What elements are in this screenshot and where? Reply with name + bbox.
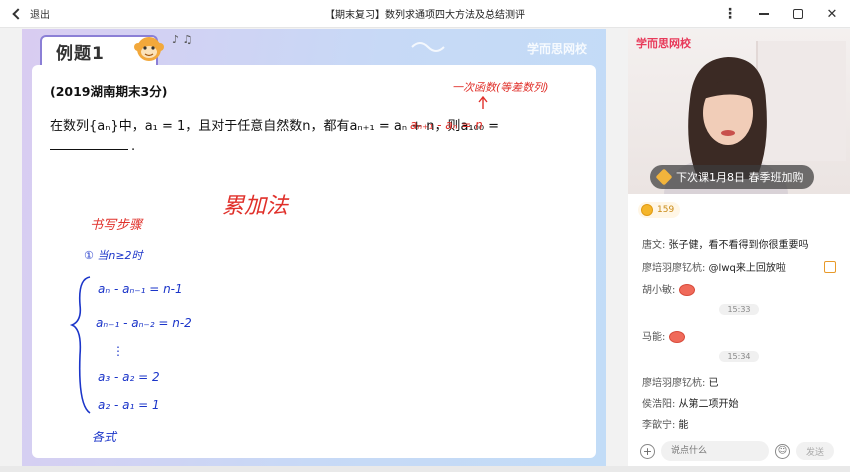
chat-text: 从第二项开始 — [675, 399, 739, 410]
chat-user: 唐文: — [642, 240, 666, 251]
more-menu-button[interactable]: ⋮ — [720, 4, 740, 24]
bottom-strip — [0, 466, 850, 472]
window-controls: ⋮ ✕ — [720, 0, 842, 28]
emoji-sticker-icon — [668, 331, 685, 343]
example-title: 例题1 — [56, 43, 105, 64]
emoji-sticker-icon — [678, 284, 695, 296]
chat-text: 能 — [675, 420, 689, 431]
chat-user: 胡小敏: — [642, 285, 676, 296]
chat-message: 李歆宁: 能 — [642, 416, 689, 431]
ink-line2: aₙ₋₁ - aₙ₋₂ = n-2 — [96, 316, 192, 330]
chat-timestamp: 15:34 — [628, 351, 850, 362]
plus-icon[interactable]: + — [640, 443, 655, 459]
courseware-slide: 例题1 ♪ ♫ 学而思网校 (2019湖南期末3分) 在数列{aₙ}中，a₁ =… — [22, 29, 606, 466]
question-source: (2019湖南期末3分) — [50, 84, 168, 99]
ink-line1: aₙ - aₙ₋₁ = n-1 — [98, 282, 183, 296]
app-window: 退出 【期末复习】数列求通项四大方法及总结测评 ⋮ ✕ 例题1 ♪ ♫ 学而思网… — [0, 0, 850, 472]
coin-balance: 159 — [638, 202, 681, 218]
brand-logo: 学而思网校 — [636, 37, 691, 50]
decorative-swirl — [411, 42, 445, 52]
house-icon[interactable] — [824, 261, 836, 273]
chat-message: 唐文: 张子健，看不看得到你很重要吗 — [642, 236, 809, 251]
pencil-icon — [655, 168, 673, 186]
maximize-button[interactable] — [788, 4, 808, 24]
close-icon: ✕ — [826, 6, 838, 22]
side-panel: 学而思网校 下次课1月8日 春季班加购 159 唐文: 张子健，看不看得到你很重… — [628, 29, 850, 466]
next-class-banner[interactable]: 下次课1月8日 春季班加购 — [650, 165, 814, 189]
chat-user: 廖培羽廖钇杭: — [642, 378, 706, 389]
minimize-icon — [759, 13, 769, 15]
ink-line4: a₂ - a₁ = 1 — [98, 398, 160, 412]
monkey-mascot-icon — [134, 37, 164, 61]
brand-watermark: 学而思网校 — [527, 42, 588, 56]
music-notes: ♪ ♫ — [172, 33, 193, 46]
send-button[interactable]: 发送 — [796, 442, 834, 460]
next-class-text: 下次课1月8日 春季班加购 — [676, 171, 804, 184]
chat-message: 侯浩阳: 从第二项开始 — [642, 395, 739, 410]
chat-message: 胡小敏: — [642, 281, 695, 296]
answer-period: . — [131, 139, 136, 154]
ink-brace — [69, 276, 91, 414]
chat-text: @lwq来上回放啦 — [705, 263, 786, 274]
chat-user: 侯浩阳: — [642, 399, 676, 410]
emoji-icon[interactable]: ☺ — [775, 443, 790, 459]
chat-message: 马能: — [642, 328, 685, 343]
chat-input[interactable] — [661, 441, 769, 461]
ink-arrowhead — [478, 95, 488, 103]
chat-message: 廖培羽廖钇杭: @lwq来上回放啦 — [642, 259, 786, 274]
ink-dots: ⋮ — [112, 344, 124, 358]
ink-step1: ① 当n≥2时 — [84, 249, 145, 262]
maximize-icon — [793, 9, 803, 19]
chat-user: 李歆宁: — [642, 420, 676, 431]
chat-input-row: + ☺ 发送 — [640, 440, 844, 462]
title-bar: 退出 【期末复习】数列求通项四大方法及总结测评 ⋮ ✕ — [0, 0, 850, 28]
chat-user: 廖培羽廖钇杭: — [642, 263, 706, 274]
chat-text: 张子健，看不看得到你很重要吗 — [665, 240, 809, 251]
answer-blank — [50, 149, 128, 150]
chat-list: 唐文: 张子健，看不看得到你很重要吗 廖培羽廖钇杭: @lwq来上回放啦 胡小敏… — [628, 224, 850, 434]
exit-button[interactable]: 退出 — [12, 6, 50, 21]
teacher-video: 学而思网校 下次课1月8日 春季班加购 — [628, 29, 850, 194]
coin-count: 159 — [657, 205, 675, 215]
ink-method: 累加法 — [222, 194, 290, 219]
chat-text: 已 — [705, 378, 719, 389]
question-card: (2019湖南期末3分) 在数列{aₙ}中，a₁ = 1，且对于任意自然数n，都… — [32, 65, 596, 458]
close-button[interactable]: ✕ — [822, 4, 842, 24]
chevron-left-icon — [12, 7, 24, 20]
minimize-button[interactable] — [754, 4, 774, 24]
slide-header: 例题1 ♪ ♫ 学而思网校 — [22, 29, 606, 65]
chat-message: 廖培羽廖钇杭: 已 — [642, 374, 719, 389]
exit-label: 退出 — [30, 10, 50, 21]
ink-top-note: 一次函数(等差数列) — [452, 81, 549, 94]
chat-user: 马能: — [642, 332, 666, 343]
ink-line3: a₃ - a₂ = 2 — [98, 370, 160, 384]
question-text: 在数列{aₙ}中，a₁ = 1，且对于任意自然数n，都有aₙ₊₁ = aₙ + … — [50, 119, 500, 134]
ink-steps-title: 书写步骤 — [90, 218, 144, 233]
chat-timestamp: 15:33 — [628, 304, 850, 315]
ink-sum: 各式 — [92, 430, 118, 444]
coin-icon — [641, 204, 653, 216]
